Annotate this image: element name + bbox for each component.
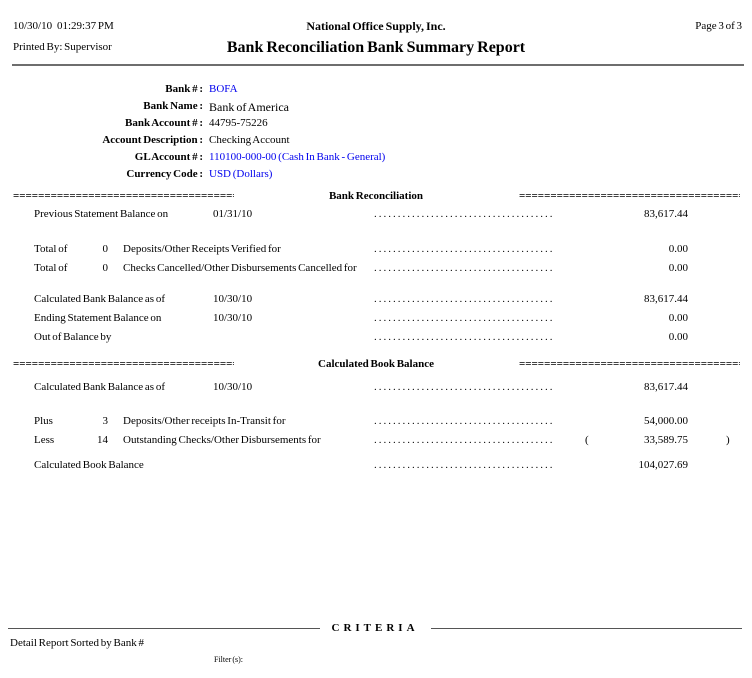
row-label: Less (34, 434, 54, 446)
currency-code-link[interactable]: USD (Dollars) (209, 168, 272, 180)
info-row-currency-code: Currency Code : USD (Dollars) (0, 168, 752, 183)
page-number: Page 3 of 3 (695, 20, 742, 33)
criteria-divider: CRITERIA (8, 622, 742, 634)
gl-account-link[interactable]: 110100-000-00 (Cash In Bank - General) (209, 151, 385, 163)
info-row-account-description: Account Description : Checking Account (0, 134, 752, 149)
dot-leader (374, 459, 555, 472)
dot-leader (374, 293, 555, 306)
row-amount: 0.00 (558, 331, 688, 343)
row-date: 01/31/10 (213, 208, 252, 220)
report-page: 10/30/10 01:29:37 PM National Office Sup… (0, 0, 752, 678)
row-label: Out of Balance by (34, 331, 111, 343)
row-amount: 33,589.75 (558, 434, 688, 446)
bank-account-value: 44795-75226 (209, 117, 268, 129)
row-description: Checks Cancelled/Other Disbursements Can… (123, 262, 357, 274)
info-label: Bank # : (0, 83, 203, 95)
row-label: Calculated Book Balance (34, 459, 144, 471)
dot-leader (374, 208, 555, 221)
row-label: Ending Statement Balance on (34, 312, 161, 324)
row-count: 0 (60, 243, 108, 255)
row-amount: 104,027.69 (558, 459, 688, 471)
row-amount: 0.00 (558, 262, 688, 274)
row-date: 10/30/10 (213, 381, 252, 393)
row-label: Plus (34, 415, 53, 427)
row-label: Previous Statement Balance on (34, 208, 168, 220)
row-count: 0 (60, 262, 108, 274)
row-amount: 83,617.44 (558, 293, 688, 305)
row-amount: 0.00 (558, 243, 688, 255)
info-label: Account Description : (0, 134, 203, 146)
filter-label: Filter (s): (214, 654, 285, 665)
info-label: GL Account # : (0, 151, 203, 163)
row-outstanding-checks: Less 14 Outstanding Checks/Other Disburs… (0, 434, 752, 448)
info-row-bank-number: Bank # : BOFA (0, 83, 752, 98)
dot-leader (374, 243, 555, 256)
criteria-rule-right (431, 628, 743, 629)
row-calculated-book-balance: Calculated Book Balance 104,027.69 (0, 459, 752, 473)
row-date: 10/30/10 (213, 293, 252, 305)
dot-leader (374, 434, 555, 447)
row-out-of-balance: Out of Balance by 0.00 (0, 331, 752, 345)
row-description: Deposits/Other receipts In-Transit for (123, 415, 285, 427)
dot-leader (374, 312, 555, 325)
row-amount: 83,617.44 (558, 208, 688, 220)
dot-leader (374, 381, 555, 394)
info-label: Currency Code : (0, 168, 203, 180)
row-calculated-bank-balance-2: Calculated Bank Balance as of 10/30/10 8… (0, 381, 752, 395)
row-deposits-in-transit: Plus 3 Deposits/Other receipts In-Transi… (0, 415, 752, 429)
row-amount: 0.00 (558, 312, 688, 324)
dot-leader (374, 331, 555, 344)
bank-number-link[interactable]: BOFA (209, 83, 238, 95)
row-label: Calculated Bank Balance as of (34, 293, 165, 305)
company-name: National Office Supply, Inc. (0, 19, 752, 33)
row-amount: 54,000.00 (558, 415, 688, 427)
double-rule-right (519, 190, 740, 203)
row-checks-cancelled: Total of 0 Checks Cancelled/Other Disbur… (0, 262, 752, 276)
row-date: 10/30/10 (213, 312, 252, 324)
criteria-heading: CRITERIA (332, 622, 419, 634)
criteria-rule-left (8, 628, 320, 629)
row-amount: 83,617.44 (558, 381, 688, 393)
row-label: Calculated Bank Balance as of (34, 381, 165, 393)
row-count: 14 (60, 434, 108, 446)
filter-block: Filter (s): Bank # : "BOFA " Report Date… (214, 632, 285, 678)
section-header-bank-reconciliation: Bank Reconciliation (0, 190, 752, 204)
section-header-calculated-book-balance: Calculated Book Balance (0, 358, 752, 372)
row-previous-statement-balance: Previous Statement Balance on 01/31/10 8… (0, 208, 752, 222)
dot-leader (374, 415, 555, 428)
info-row-bank-name: Bank Name : Bank of America (0, 100, 752, 115)
sorted-by-text: Detail Report Sorted by Bank # (10, 637, 144, 650)
row-calculated-bank-balance: Calculated Bank Balance as of 10/30/10 8… (0, 293, 752, 307)
row-ending-statement-balance: Ending Statement Balance on 10/30/10 0.0… (0, 312, 752, 326)
info-label: Bank Account # : (0, 117, 203, 129)
paren-close: ) (726, 434, 730, 446)
report-title: Bank Reconciliation Bank Summary Report (0, 38, 752, 57)
account-description-value: Checking Account (209, 134, 290, 146)
header-rule (12, 64, 744, 66)
row-count: 3 (60, 415, 108, 427)
row-description: Outstanding Checks/Other Disbursements f… (123, 434, 321, 446)
bank-name-value: Bank of America (209, 100, 289, 115)
dot-leader (374, 262, 555, 275)
info-label: Bank Name : (0, 100, 203, 112)
row-description: Deposits/Other Receipts Verified for (123, 243, 281, 255)
info-row-gl-account: GL Account # : 110100-000-00 (Cash In Ba… (0, 151, 752, 166)
row-deposits-verified: Total of 0 Deposits/Other Receipts Verif… (0, 243, 752, 257)
double-rule-right (519, 358, 740, 371)
info-row-bank-account: Bank Account # : 44795-75226 (0, 117, 752, 132)
